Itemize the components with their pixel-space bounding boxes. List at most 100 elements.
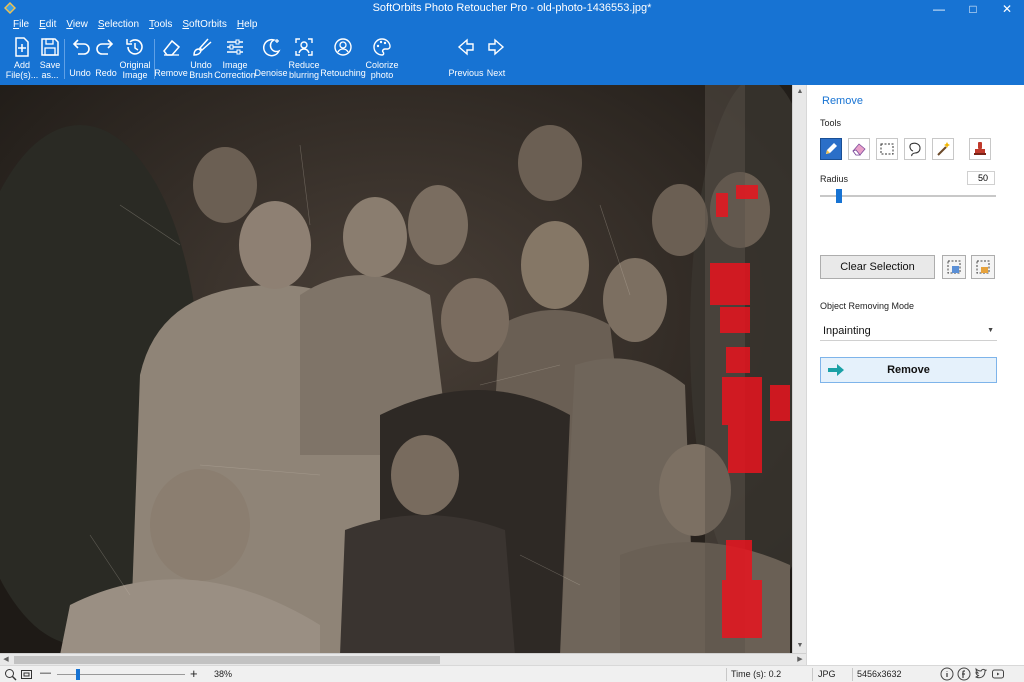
scroll-up-icon[interactable]: ▲ — [793, 85, 807, 99]
maximize-icon[interactable]: □ — [956, 0, 990, 17]
info-icon[interactable] — [940, 667, 954, 681]
removing-mode-select[interactable]: Inpainting ▼ — [820, 321, 997, 341]
save-selection-button[interactable] — [942, 255, 966, 279]
reduce-blurring-button[interactable]: Reduce blurring — [287, 33, 321, 85]
fit-screen-icon[interactable] — [20, 668, 33, 681]
retouch-face-icon — [334, 38, 352, 56]
original-image-button[interactable]: Original Image — [118, 33, 152, 85]
image-correction-label: Image Correction — [214, 60, 256, 80]
title-bar: SoftOrbits Photo Retoucher Pro - old-pho… — [0, 0, 1024, 17]
toolbar: Add File(s)... Save as... Undo Redo Orig… — [0, 33, 1024, 85]
rect-select-tool-button[interactable] — [876, 138, 898, 160]
menu-help[interactable]: Help — [232, 17, 263, 33]
colorize-photo-button[interactable]: Colorize photo — [365, 33, 399, 85]
colorize-photo-label: Colorize photo — [365, 60, 399, 80]
denoise-label: Denoise — [254, 68, 288, 78]
redo-label: Redo — [95, 68, 117, 78]
window-title: SoftOrbits Photo Retoucher Pro - old-pho… — [372, 2, 652, 14]
facebook-icon[interactable] — [957, 667, 971, 681]
image-correction-button[interactable]: Image Correction — [214, 33, 256, 85]
load-selection-button[interactable] — [971, 255, 995, 279]
zoom-out-icon[interactable]: — — [40, 667, 51, 679]
pencil-icon — [826, 143, 837, 154]
minimize-icon[interactable]: — — [922, 0, 956, 17]
radius-input[interactable]: 50 — [967, 171, 995, 185]
moon-sparkle-icon — [263, 38, 281, 57]
remove-panel: Remove Tools Radius 50 Clear Selection O… — [806, 85, 1024, 665]
remove-tool-label: Remove — [154, 68, 188, 78]
eraser-icon — [852, 143, 866, 156]
mode-label: Object Removing Mode — [820, 301, 915, 311]
previous-label: Previous — [448, 68, 484, 78]
status-divider — [726, 668, 727, 681]
removing-mode-value: Inpainting — [823, 325, 871, 337]
clear-selection-button[interactable]: Clear Selection — [820, 255, 935, 279]
radius-slider-track[interactable] — [820, 195, 996, 197]
radius-slider-thumb[interactable] — [836, 189, 842, 203]
reduce-blurring-label: Reduce blurring — [288, 60, 320, 80]
stamp-tool-button[interactable] — [969, 138, 991, 160]
file-format: JPG — [818, 669, 836, 679]
zoom-in-icon[interactable] — [4, 668, 17, 681]
zoom-plus-icon[interactable]: + — [190, 666, 198, 681]
zoom-slider-thumb[interactable] — [76, 669, 80, 680]
remove-button-label: Remove — [887, 364, 930, 376]
magic-wand-icon — [937, 142, 950, 156]
close-icon[interactable]: ✕ — [990, 0, 1024, 17]
remove-tool-button[interactable]: Remove — [154, 33, 188, 85]
eraser-tool-button[interactable] — [848, 138, 870, 160]
add-file-icon — [15, 37, 29, 57]
undo-label: Undo — [69, 68, 91, 78]
scroll-down-icon[interactable]: ▼ — [793, 639, 807, 653]
magic-wand-tool-button[interactable] — [932, 138, 954, 160]
tools-label: Tools — [820, 118, 842, 128]
lasso-icon — [909, 142, 921, 157]
add-files-button[interactable]: Add File(s)... — [6, 33, 38, 85]
zoom-level: 38% — [214, 669, 233, 679]
menu-file[interactable]: File — [8, 17, 34, 33]
clear-selection-label: Clear Selection — [840, 261, 915, 273]
arrow-right-icon — [828, 364, 844, 376]
next-button[interactable]: Next — [484, 33, 508, 85]
horizontal-scroll-thumb[interactable] — [14, 656, 440, 664]
redo-button[interactable]: Redo — [94, 33, 118, 85]
image-canvas[interactable] — [0, 85, 792, 653]
retouching-button[interactable]: Retouching — [320, 33, 366, 85]
rect-select-icon — [880, 143, 894, 155]
denoise-button[interactable]: Denoise — [254, 33, 288, 85]
remove-button[interactable]: Remove — [820, 357, 997, 383]
palette-icon — [373, 38, 391, 56]
youtube-icon[interactable] — [991, 667, 1005, 681]
save-selection-icon — [947, 260, 961, 274]
menu-tools[interactable]: Tools — [144, 17, 177, 33]
focus-face-icon — [295, 38, 313, 56]
brush-icon — [193, 38, 212, 56]
previous-button[interactable]: Previous — [448, 33, 484, 85]
load-selection-icon — [976, 260, 990, 274]
chevron-down-icon: ▼ — [987, 327, 994, 334]
undo-button[interactable]: Undo — [67, 33, 93, 85]
undo-brush-button[interactable]: Undo Brush — [187, 33, 215, 85]
panel-title: Remove — [822, 95, 863, 107]
menu-selection[interactable]: Selection — [93, 17, 144, 33]
horizontal-scrollbar[interactable]: ◀ ▶ — [0, 653, 806, 665]
photo-image — [0, 85, 792, 653]
image-dimensions: 5456x3632 — [857, 669, 902, 679]
pencil-tool-button[interactable] — [820, 138, 842, 160]
save-icon — [41, 38, 59, 56]
sliders-icon — [227, 39, 243, 55]
arrow-left-icon — [457, 38, 474, 56]
undo-icon — [72, 39, 90, 55]
menu-view[interactable]: View — [61, 17, 93, 33]
menu-edit[interactable]: Edit — [34, 17, 61, 33]
lasso-tool-button[interactable] — [904, 138, 926, 160]
save-as-button[interactable]: Save as... — [38, 33, 62, 85]
menu-bar: File Edit View Selection Tools SoftOrbit… — [0, 17, 1024, 33]
history-icon — [126, 39, 143, 55]
vertical-scrollbar[interactable]: ▲ ▼ — [792, 85, 806, 653]
menu-softorbits[interactable]: SoftOrbits — [177, 17, 231, 33]
redo-icon — [96, 39, 114, 55]
status-divider — [812, 668, 813, 681]
twitter-icon[interactable] — [974, 667, 988, 681]
status-divider — [852, 668, 853, 681]
